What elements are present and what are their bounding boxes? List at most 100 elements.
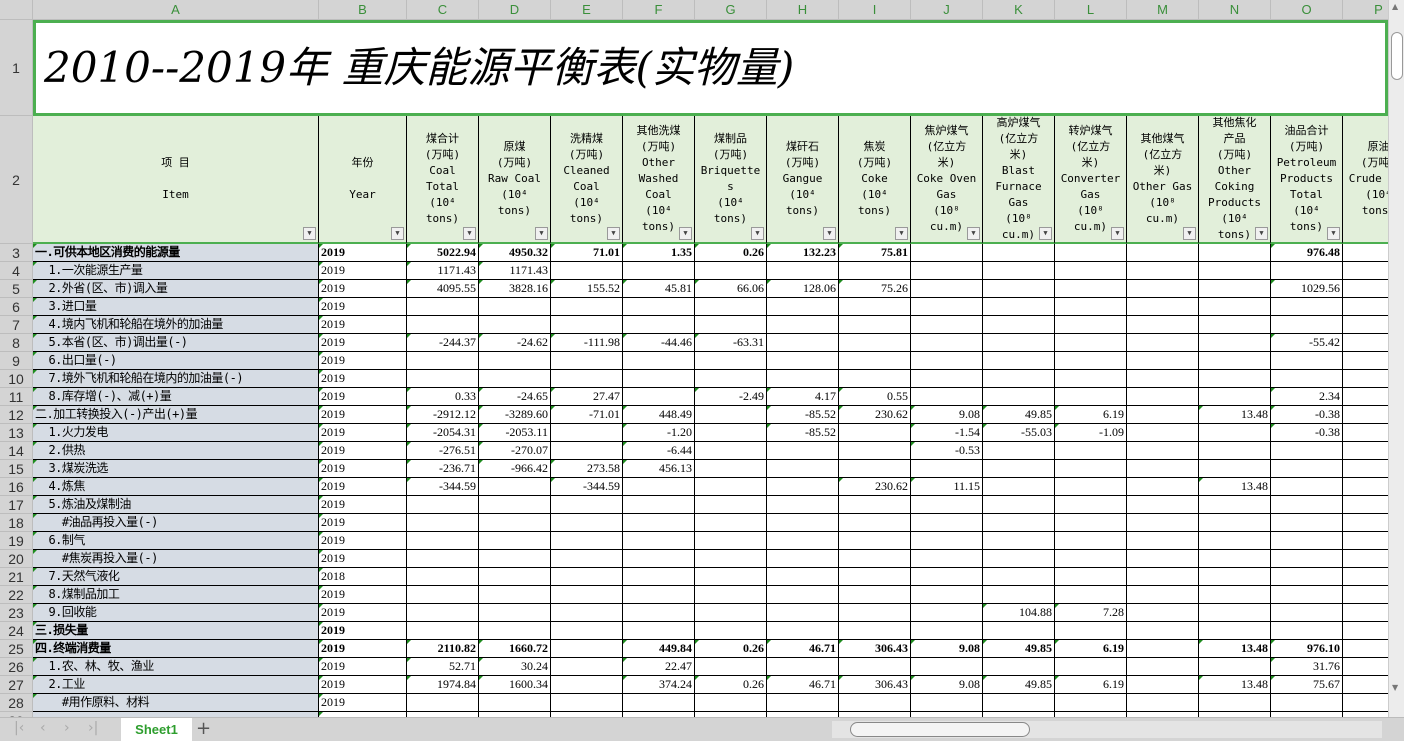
data-cell[interactable] (1055, 262, 1127, 280)
row-label[interactable]: 6.制气 (33, 532, 319, 550)
row-header-27[interactable]: 27 (0, 676, 33, 694)
data-cell[interactable]: -0.38 (1271, 406, 1343, 424)
data-cell[interactable] (911, 388, 983, 406)
row-header-26[interactable]: 26 (0, 658, 33, 676)
data-cell[interactable] (983, 370, 1055, 388)
data-cell[interactable] (911, 244, 983, 262)
data-cell[interactable]: 4.17 (767, 388, 839, 406)
data-cell[interactable] (911, 550, 983, 568)
data-cell[interactable]: 456.13 (623, 460, 695, 478)
data-cell[interactable] (1127, 532, 1199, 550)
row-label[interactable]: 8.煤制品加工 (33, 586, 319, 604)
column-header-C[interactable]: C (407, 0, 479, 20)
data-cell[interactable] (551, 262, 623, 280)
filter-dropdown-icon[interactable]: ▼ (1255, 227, 1268, 240)
data-cell[interactable] (695, 514, 767, 532)
data-cell[interactable] (1343, 550, 1388, 568)
data-cell[interactable] (1127, 388, 1199, 406)
filter-dropdown-icon[interactable]: ▼ (967, 227, 980, 240)
data-cell[interactable] (839, 442, 911, 460)
data-cell[interactable] (1199, 424, 1271, 442)
row-header-4[interactable]: 4 (0, 262, 33, 280)
data-cell[interactable] (479, 604, 551, 622)
column-header-E[interactable]: E (551, 0, 623, 20)
data-cell[interactable] (1127, 694, 1199, 712)
row-header-23[interactable]: 23 (0, 604, 33, 622)
data-cell[interactable] (551, 496, 623, 514)
data-cell[interactable]: -85.52 (767, 424, 839, 442)
row-label[interactable]: 二.加工转换投入(-)产出(+)量 (33, 406, 319, 424)
data-cell[interactable] (551, 298, 623, 316)
data-cell[interactable] (1055, 568, 1127, 586)
data-cell[interactable] (911, 496, 983, 514)
data-cell[interactable] (551, 640, 623, 658)
year-cell[interactable]: 2019 (319, 622, 407, 640)
data-cell[interactable]: 9.08 (911, 640, 983, 658)
data-cell[interactable] (407, 316, 479, 334)
row-header-24[interactable]: 24 (0, 622, 33, 640)
data-cell[interactable] (767, 694, 839, 712)
data-cell[interactable] (1199, 496, 1271, 514)
data-cell[interactable]: 22.47 (623, 658, 695, 676)
data-cell[interactable] (551, 694, 623, 712)
data-cell[interactable] (695, 262, 767, 280)
row-label[interactable]: 四.终端消费量 (33, 640, 319, 658)
filter-dropdown-icon[interactable]: ▼ (895, 227, 908, 240)
data-cell[interactable] (551, 550, 623, 568)
data-cell[interactable] (1271, 550, 1343, 568)
data-cell[interactable] (983, 244, 1055, 262)
data-cell[interactable] (479, 586, 551, 604)
row-header-22[interactable]: 22 (0, 586, 33, 604)
filter-dropdown-icon[interactable]: ▼ (463, 227, 476, 240)
data-cell[interactable] (839, 262, 911, 280)
data-cell[interactable] (1127, 658, 1199, 676)
row-label[interactable]: 6.出口量(-) (33, 352, 319, 370)
data-cell[interactable] (1271, 514, 1343, 532)
data-cell[interactable] (767, 352, 839, 370)
filter-dropdown-icon[interactable]: ▼ (823, 227, 836, 240)
filter-dropdown-icon[interactable]: ▼ (1039, 227, 1052, 240)
header-E[interactable]: 洗精煤 (万吨) Cleaned Coal (10⁴ tons) ▼ (551, 116, 623, 244)
data-cell[interactable]: -344.59 (407, 478, 479, 496)
header-C[interactable]: 煤合计 (万吨) Coal Total (10⁴ tons) ▼ (407, 116, 479, 244)
data-cell[interactable] (911, 298, 983, 316)
data-cell[interactable] (623, 694, 695, 712)
data-cell[interactable] (1343, 280, 1388, 298)
data-cell[interactable] (551, 424, 623, 442)
data-cell[interactable]: -85.52 (767, 406, 839, 424)
row-label[interactable]: 2.供热 (33, 442, 319, 460)
row-label[interactable]: 2.工业 (33, 676, 319, 694)
row-label[interactable]: 4.境内飞机和轮船在境外的加油量 (33, 316, 319, 334)
data-cell[interactable]: -344.59 (551, 478, 623, 496)
data-cell[interactable] (479, 514, 551, 532)
data-cell[interactable] (839, 316, 911, 334)
data-cell[interactable] (1055, 370, 1127, 388)
header-F[interactable]: 其他洗煤 (万吨) Other Washed Coal (10⁴ tons) ▼ (623, 116, 695, 244)
data-cell[interactable] (1127, 496, 1199, 514)
data-cell[interactable]: -236.71 (407, 460, 479, 478)
data-cell[interactable] (695, 370, 767, 388)
data-cell[interactable] (1343, 514, 1388, 532)
data-cell[interactable] (1343, 370, 1388, 388)
year-cell[interactable]: 2019 (319, 604, 407, 622)
data-cell[interactable] (1127, 334, 1199, 352)
data-cell[interactable] (1127, 586, 1199, 604)
row-label[interactable]: 7.境外飞机和轮船在境内的加油量(-) (33, 370, 319, 388)
horizontal-scrollbar[interactable] (832, 721, 1382, 738)
data-cell[interactable] (839, 334, 911, 352)
data-cell[interactable] (1055, 334, 1127, 352)
data-cell[interactable]: 71.01 (551, 244, 623, 262)
spreadsheet-grid[interactable]: ABCDEFGHIJKLMNOP12项 目 Item ▼ 年份 Year ▼ 煤合计 (… (0, 0, 1388, 717)
data-cell[interactable]: 1171.43 (407, 262, 479, 280)
data-cell[interactable] (407, 622, 479, 640)
data-cell[interactable] (623, 604, 695, 622)
data-cell[interactable] (1271, 532, 1343, 550)
data-cell[interactable] (1343, 334, 1388, 352)
data-cell[interactable] (983, 478, 1055, 496)
data-cell[interactable] (983, 298, 1055, 316)
year-cell[interactable]: 2019 (319, 658, 407, 676)
data-cell[interactable]: 6.19 (1055, 640, 1127, 658)
data-cell[interactable] (1127, 424, 1199, 442)
data-cell[interactable] (623, 622, 695, 640)
data-cell[interactable] (839, 586, 911, 604)
